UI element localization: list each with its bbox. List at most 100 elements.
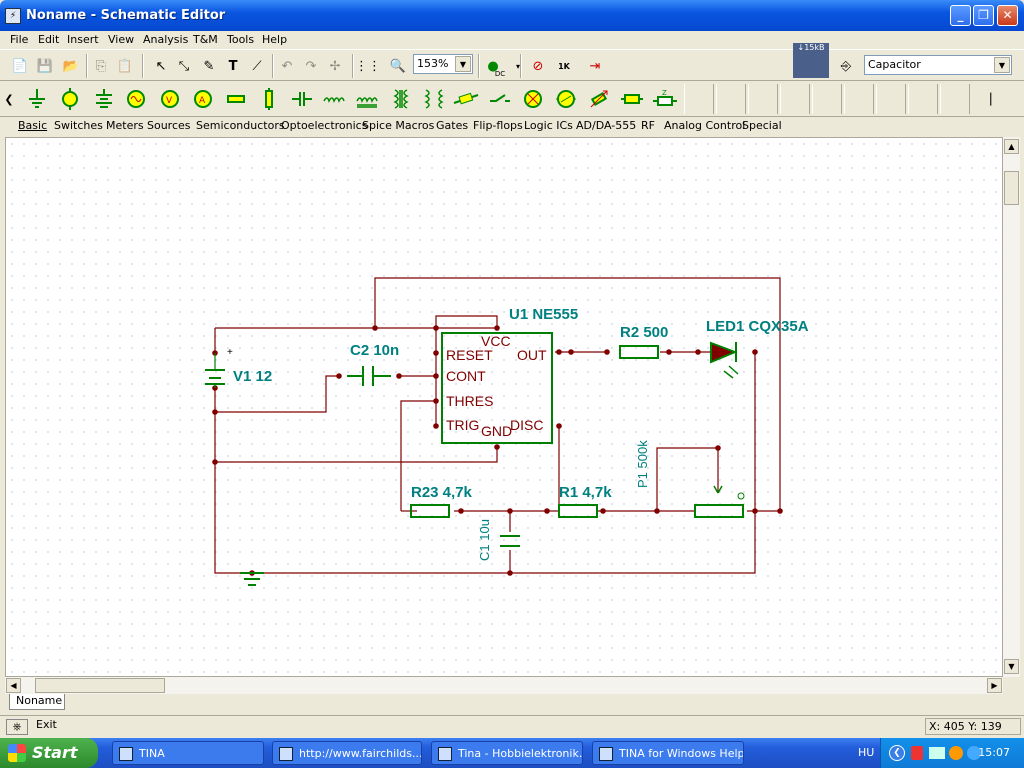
menu-edit[interactable]: Edit (38, 33, 59, 46)
varistor-icon[interactable] (584, 84, 614, 114)
redo-icon[interactable]: ↷ (300, 55, 322, 77)
tray-expand-icon[interactable]: ❮ (889, 745, 905, 761)
dc-dropdown-icon[interactable]: ▾ (507, 55, 529, 77)
capacitor-icon[interactable] (287, 84, 317, 114)
tr-icon[interactable]: 1K (553, 55, 575, 77)
zoom-icon[interactable]: 🔍 (387, 55, 409, 77)
task-help-label: TINA for Windows Help (619, 747, 744, 760)
battery-icon[interactable] (55, 84, 85, 114)
menu-tm[interactable]: T&M (193, 33, 218, 46)
horizontal-scroll-thumb[interactable] (35, 678, 165, 693)
component-select[interactable]: Capacitor ▼ (864, 55, 1012, 75)
inductor-core-icon[interactable] (352, 84, 382, 114)
impedance-icon[interactable]: Z (650, 84, 680, 114)
ammeter-icon[interactable]: A (188, 84, 218, 114)
ac-source-icon[interactable] (121, 84, 151, 114)
menu-file[interactable]: File (10, 33, 28, 46)
label-u1: U1 NE555 (509, 306, 578, 323)
tab-flip-flops[interactable]: Flip-flops (473, 119, 523, 132)
resistor-vertical-icon[interactable] (254, 84, 284, 114)
network-icon[interactable] (929, 747, 945, 759)
task-tina[interactable]: TINA (112, 741, 264, 765)
ground-icon[interactable] (22, 84, 52, 114)
grid-icon[interactable]: ⋮⋮ (355, 55, 381, 77)
text-tool-icon[interactable]: T (222, 55, 244, 77)
pencil-icon[interactable]: ✎ (198, 55, 220, 77)
tab-optoelectronics[interactable]: Optoelectronics (281, 119, 367, 132)
scroll-up-icon[interactable]: ▲ (1004, 139, 1019, 154)
schematic-canvas[interactable]: + U1 NE555 R2 500 LED1 CQX35A C2 10n V1 … (5, 137, 1003, 677)
paste-icon[interactable]: 📋 (114, 55, 136, 77)
wire-tool-icon[interactable]: ⤡ (173, 55, 195, 77)
switch-icon[interactable] (485, 84, 515, 114)
task-forum[interactable]: Tina - Hobbielektronik... (431, 741, 583, 765)
scroll-left-arrow-icon[interactable]: ◀ (6, 678, 21, 693)
tab-semiconductors[interactable]: Semiconductors (196, 119, 285, 132)
label-p1: P1 500k (635, 440, 650, 488)
tab-ad-da-555[interactable]: AD/DA-555 (576, 119, 636, 132)
menu-bar: File Edit Insert View Analysis T&M Tools… (0, 31, 1024, 49)
tab-meters[interactable]: Meters (106, 119, 144, 132)
menu-insert[interactable]: Insert (67, 33, 99, 46)
language-indicator[interactable]: HU (858, 746, 874, 759)
scroll-down-icon[interactable]: ▼ (1004, 659, 1019, 674)
junction-icon[interactable]: ✢ (324, 55, 346, 77)
tab-special[interactable]: Special (742, 119, 782, 132)
task-help[interactable]: TINA for Windows Help (592, 741, 744, 765)
scroll-right-icon[interactable]: ▕ (982, 84, 992, 114)
tab-rf[interactable]: RF (641, 119, 655, 132)
document-tab[interactable]: Noname (9, 694, 65, 710)
resistor2-icon[interactable] (617, 84, 647, 114)
start-button[interactable]: Start (0, 738, 98, 768)
shield-icon[interactable] (911, 746, 923, 760)
vertical-scrollbar[interactable]: ▲ ▼ (1003, 137, 1020, 677)
close-button[interactable]: ✕ (997, 5, 1018, 26)
pin-icon[interactable]: ⇥ (584, 55, 606, 77)
tab-analog-control[interactable]: Analog Control (664, 119, 745, 132)
inductor-icon[interactable] (319, 84, 349, 114)
lamp-icon[interactable] (518, 84, 548, 114)
menu-tools[interactable]: Tools (227, 33, 254, 46)
save-disabled-icon[interactable]: 💾 (34, 55, 56, 77)
probe-icon[interactable]: ⟋ (246, 55, 268, 77)
fuse-icon[interactable] (451, 84, 481, 114)
resistor-icon[interactable] (221, 84, 251, 114)
scroll-left-icon[interactable]: ❮ (2, 84, 16, 114)
network-status-icon[interactable]: ⎈ (6, 719, 28, 735)
motor-icon[interactable] (551, 84, 581, 114)
zoom-select[interactable]: 153% ▼ (413, 54, 473, 74)
tab-basic[interactable]: Basic (18, 119, 47, 132)
exit-button[interactable]: Exit (36, 718, 58, 734)
dc-source-icon[interactable] (89, 84, 119, 114)
tab-logic-ics[interactable]: Logic ICs (524, 119, 573, 132)
select-arrow-icon[interactable]: ↖ (150, 55, 172, 77)
firefox-icon[interactable] (949, 746, 963, 760)
voltmeter-icon[interactable]: V (155, 84, 185, 114)
tab-spice-macros[interactable]: Spice Macros (362, 119, 434, 132)
tab-gates[interactable]: Gates (436, 119, 468, 132)
vertical-scroll-thumb[interactable] (1004, 171, 1019, 205)
minimize-button[interactable]: _ (950, 5, 971, 26)
menu-view[interactable]: View (108, 33, 134, 46)
transformer2-icon[interactable] (419, 84, 449, 114)
menu-analysis[interactable]: Analysis (143, 33, 188, 46)
label-c2: C2 10n (350, 342, 399, 359)
pin-cont: CONT (446, 368, 486, 384)
copy-icon[interactable]: ⎘ (90, 55, 112, 77)
menu-help[interactable]: Help (262, 33, 287, 46)
maximize-button[interactable]: ❐ (973, 5, 994, 26)
horizontal-scrollbar[interactable]: ◀ ▶ (5, 677, 1003, 694)
undo-icon[interactable]: ↶ (276, 55, 298, 77)
new-icon[interactable]: 📄 (9, 55, 31, 77)
transformer-icon[interactable] (386, 84, 416, 114)
tab-switches[interactable]: Switches (54, 119, 103, 132)
component-search-icon[interactable]: ⎆ (835, 55, 857, 77)
meter-icon[interactable]: ⊘ (527, 55, 549, 77)
open-icon[interactable]: 📂 (60, 55, 82, 77)
tab-sources[interactable]: Sources (147, 119, 191, 132)
zoom-value: 153% (417, 57, 449, 70)
scroll-right-arrow-icon[interactable]: ▶ (987, 678, 1002, 693)
chevron-down-icon: ▼ (994, 57, 1010, 73)
status-bar: ⎈ (0, 715, 1024, 737)
task-browser[interactable]: http://www.fairchilds... (272, 741, 422, 765)
